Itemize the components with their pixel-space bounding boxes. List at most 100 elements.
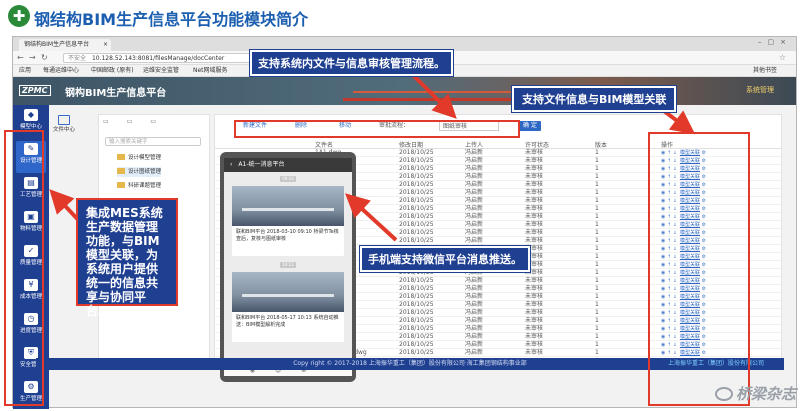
cell-uploader: 冯启新 <box>465 149 484 156</box>
cell-date: 2018/10/25 <box>399 149 434 156</box>
cell-version: 1 <box>595 301 599 308</box>
tree-item-label: 科研课题管理 <box>128 183 162 189</box>
cell-uploader: 冯启新 <box>465 221 484 228</box>
cell-version: 1 <box>595 341 599 348</box>
bookmark-apps[interactable]: 应用 <box>19 65 31 77</box>
phone-title: A1-统一消息平台 <box>238 161 285 168</box>
cell-status: 未审核 <box>525 325 544 332</box>
cell-uploader: 冯启新 <box>465 301 484 308</box>
cell-uploader: 冯启新 <box>465 309 484 316</box>
cell-status: 未审核 <box>525 349 544 356</box>
cell-date: 2018/10/25 <box>399 213 434 220</box>
bookmark-other[interactable]: 其他书签 <box>753 65 777 77</box>
callout-wechat: 手机端支持微信平台消息推送。 <box>359 245 531 273</box>
col-uploader[interactable]: 上传人 <box>465 140 483 149</box>
cell-status: 未审核 <box>525 205 544 212</box>
cell-uploader: 冯启新 <box>465 325 484 332</box>
tree-search-input[interactable]: 输入搜索关键字 <box>105 137 201 146</box>
cell-version: 1 <box>595 165 599 172</box>
col-date[interactable]: 修改日期 <box>399 140 423 149</box>
cell-uploader: 冯启新 <box>465 285 484 292</box>
browser-tab[interactable]: 钢结构BIM生产信息平台 × <box>19 39 111 51</box>
doc-center-button[interactable]: 文件中心 <box>53 115 75 133</box>
back-icon[interactable]: ‹ <box>230 161 232 168</box>
col-status[interactable]: 许可状态 <box>525 140 549 149</box>
toolbar-highlight-box <box>234 120 520 138</box>
cell-uploader: 冯启新 <box>465 317 484 324</box>
doc-center-label: 文件中心 <box>53 127 76 133</box>
message-card[interactable]: 联和BIM平台 2018-03-10 09:10 桥梁节Te核查后，复核与图纸审… <box>232 186 344 256</box>
cell-status: 未审核 <box>525 309 544 316</box>
cell-date: 2018/10/25 <box>399 197 434 204</box>
bookmark-item[interactable]: 中国邮政 (原有) <box>91 65 134 77</box>
folder-icon <box>117 168 125 174</box>
reload-icon[interactable]: ↻ <box>41 53 48 62</box>
col-version[interactable]: 版本 <box>595 140 607 149</box>
tree-item[interactable]: 科研课题管理 <box>117 181 161 191</box>
cell-date: 2018/10/25 <box>399 293 434 300</box>
cell-date: 2018/10/25 <box>399 189 434 196</box>
cell-version: 1 <box>595 173 599 180</box>
tree-toolbar[interactable]: ▭▭▭ <box>103 118 174 125</box>
url-input[interactable]: 不安全 10.128.52.143:8081/filesManage/docCe… <box>63 53 273 63</box>
cell-status: 未审核 <box>525 181 544 188</box>
watermark-text: 桥梁杂志 <box>735 385 796 403</box>
wechat-logo-icon <box>714 387 733 401</box>
cell-version: 1 <box>595 189 599 196</box>
window-controls[interactable]: –▢× <box>758 38 792 46</box>
cell-status: 未审核 <box>525 237 544 244</box>
cell-uploader: 冯启新 <box>465 189 484 196</box>
bookmark-item[interactable]: 运维安全监管 <box>143 65 179 77</box>
brand-logo: ZPMC <box>19 85 51 96</box>
cell-version: 1 <box>595 229 599 236</box>
cell-uploader: 冯启新 <box>465 237 484 244</box>
cell-date: 2018/10/25 <box>399 157 434 164</box>
cell-date: 2018/10/25 <box>399 349 434 356</box>
cell-date: 2018/10/25 <box>399 165 434 172</box>
message-time: 09:10 <box>280 176 296 182</box>
url-text: 10.128.52.143:8081/filesManage/docCenter <box>91 55 225 62</box>
cell-status: 未审核 <box>525 197 544 204</box>
cell-version: 1 <box>595 285 599 292</box>
bookmark-item[interactable]: Net网域服务 <box>193 65 228 77</box>
folder-icon <box>58 115 70 125</box>
phone-header: ‹ A1-统一消息平台 <box>224 158 352 172</box>
url-security-label: 不安全 <box>68 55 87 62</box>
folder-icon <box>117 154 125 160</box>
cell-uploader: 冯启新 <box>465 173 484 180</box>
tree-item[interactable]: 设计模型管理 <box>117 153 161 163</box>
cell-version: 1 <box>595 269 599 276</box>
col-filename[interactable]: 文件名 <box>315 140 333 149</box>
cell-uploader: 冯启新 <box>465 181 484 188</box>
message-card[interactable]: 联和BIM平台 2018-05-17 10:13 系统自动推送：BIM模型解析完… <box>232 272 344 342</box>
cell-date: 2018/10/25 <box>399 173 434 180</box>
cell-version: 1 <box>595 157 599 164</box>
copyright-text: Copy right © 2017-2018 上海振华重工（集团）股份有限公司·… <box>293 360 527 367</box>
callout-doc-audit: 支持系统内文件与信息审核管理流程。 <box>249 49 454 77</box>
user-menu[interactable]: 系统管理 <box>746 85 774 95</box>
cell-version: 1 <box>595 325 599 332</box>
close-tab-icon[interactable]: × <box>103 39 108 51</box>
cell-status: 未审核 <box>525 293 544 300</box>
cell-status: 未审核 <box>525 229 544 236</box>
cell-version: 1 <box>595 309 599 316</box>
cell-uploader: 冯启新 <box>465 157 484 164</box>
cell-date: 2018/10/25 <box>399 301 434 308</box>
back-icon[interactable]: ← <box>17 53 24 62</box>
cell-uploader: 冯启新 <box>465 341 484 348</box>
confirm-button[interactable]: 确 定 <box>519 121 541 131</box>
tab-title: 钢结构BIM生产信息平台 <box>24 41 90 48</box>
nav-highlight-box <box>4 130 44 406</box>
cell-version: 1 <box>595 261 599 268</box>
cell-status: 未审核 <box>525 317 544 324</box>
cell-date: 2018/10/25 <box>399 333 434 340</box>
cell-date: 2018/10/25 <box>399 221 434 228</box>
bookmark-item[interactable]: 每通运维中心 <box>43 65 79 77</box>
tree-item-selected[interactable]: 设计图纸管理 <box>117 167 162 177</box>
cube-icon: ◆ <box>24 109 38 121</box>
cell-uploader: 冯启新 <box>465 229 484 236</box>
tree-item-label: 设计图纸管理 <box>128 169 162 175</box>
bookmark-star-icon[interactable]: ☆ <box>779 53 786 62</box>
cell-status: 未审核 <box>525 277 544 284</box>
forward-icon[interactable]: → <box>29 53 36 62</box>
